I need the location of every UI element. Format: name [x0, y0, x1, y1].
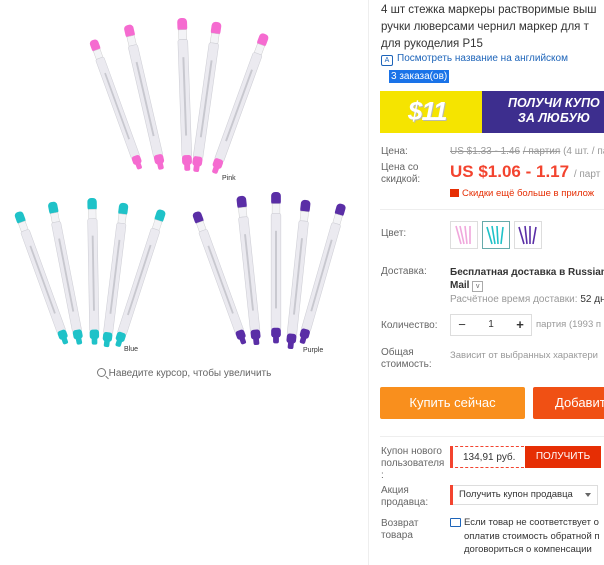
color-swatch-blue[interactable]: [482, 221, 510, 249]
discount-price-label: Цена со скидкой:: [381, 162, 420, 186]
quantity-increase-button[interactable]: +: [511, 317, 529, 332]
discount-price: US $1.06 - 1.17 / парт: [450, 162, 600, 182]
shipping-method: Бесплатная доставка в Russian: [450, 267, 604, 278]
banner-line: ПОЛУЧИ КУПО: [508, 96, 600, 110]
chevron-down-icon[interactable]: v: [472, 281, 484, 292]
magnifier-icon: [96, 368, 106, 377]
buy-now-button[interactable]: Купить сейчас: [380, 387, 525, 419]
seller-coupon-text: Получить купон продавца: [459, 489, 573, 500]
total-label-line: Общая: [381, 347, 414, 358]
app-icon: [450, 189, 459, 197]
new-user-coupon: 134,91 руб. ПОЛУЧИТЬ: [450, 446, 601, 468]
get-coupon-button[interactable]: ПОЛУЧИТЬ: [525, 446, 601, 468]
markers-photo: Pink Blue Purple: [13, 17, 347, 354]
original-price-value: US $1.33 - 1.46: [450, 146, 521, 157]
title-line: ручки люверсами чернил маркер для т: [381, 21, 589, 33]
shipping-info: Бесплатная доставка в Russian Mail v: [450, 266, 604, 292]
delivery-time-label: Расчётное время доставки:: [450, 294, 578, 305]
color-swatch-purple[interactable]: [514, 221, 542, 249]
quantity-label: Количество:: [381, 320, 438, 331]
label-blue: Blue: [124, 346, 138, 353]
total-note: Зависит от выбранных характери: [450, 350, 598, 361]
product-gallery: Pink Blue Purple Наведите курсор, чтобы: [0, 0, 368, 565]
banner-message: ПОЛУЧИ КУПО ЗА ЛЮБУЮ: [508, 96, 600, 126]
returns-line: оплатив стоимость обратной п: [464, 530, 600, 542]
orders-count: 3 заказа(ов): [389, 70, 450, 83]
discount-price-value: US $1.06 - 1.17: [450, 162, 570, 181]
caret-down-icon: [585, 493, 591, 497]
product-title: 4 шт стежка маркеры растворимые выш ручк…: [381, 2, 604, 53]
returns-text: Если товар не соответствует о оплатив ст…: [464, 516, 600, 557]
seller-promo-label: Акция продавца:: [381, 485, 428, 509]
product-image[interactable]: Pink Blue Purple: [0, 0, 368, 362]
delivery-time: Расчётное время доставки: 52 дн: [450, 294, 604, 305]
color-swatch-pink[interactable]: [450, 221, 478, 249]
translate-icon: A: [381, 55, 393, 66]
quantity-input[interactable]: 1: [476, 319, 506, 330]
dropdown-edge: [450, 485, 453, 505]
title-line: для рукоделия P15: [381, 38, 483, 50]
add-to-cart-button[interactable]: Добавит: [533, 387, 604, 419]
total-label: Общая стоимость:: [381, 347, 432, 371]
price-label: Цена:: [381, 146, 408, 157]
discount-label-line: Цена со: [381, 162, 419, 173]
coupon-label-line: пользователя: [381, 458, 445, 469]
banner-amount: $11: [408, 96, 447, 126]
app-discount-link[interactable]: Скидки ещё больше в прилож: [450, 188, 594, 199]
coupon-label-line: :: [381, 470, 384, 481]
returns-line: Если товар не соответствует о: [464, 517, 599, 528]
new-user-coupon-label: Купон нового пользователя :: [381, 446, 444, 482]
discount-label-line: скидкой:: [381, 174, 421, 185]
color-label: Цвет:: [381, 228, 407, 239]
shipping-label: Доставка:: [381, 266, 427, 277]
product-details: 4 шт стежка маркеры растворимые выш ручк…: [368, 0, 604, 565]
seller-coupon-dropdown[interactable]: Получить купон продавца: [450, 485, 598, 505]
quantity-available: партия (1993 п: [536, 319, 602, 330]
returns-line: договориться о компенсации: [464, 544, 592, 555]
translate-link-text: Посмотреть название на английском: [397, 53, 568, 64]
seller-label-line: Акция: [381, 485, 409, 496]
returns-label: Возврат товара: [381, 518, 419, 542]
coupon-banner[interactable]: $11 ПОЛУЧИ КУПО ЗА ЛЮБУЮ: [380, 91, 604, 133]
shipping-carrier: Mail: [450, 280, 470, 291]
zoom-hint-text: Наведите курсор, чтобы увеличить: [108, 368, 272, 379]
returns-label-line: Возврат: [381, 518, 419, 529]
coupon-value: 134,91 руб.: [463, 452, 516, 463]
returns-label-line: товара: [381, 530, 413, 541]
original-price-unit: / партия: [522, 146, 561, 157]
zoom-hint: Наведите курсор, чтобы увеличить: [0, 368, 368, 379]
app-discount-text: Скидки ещё больше в прилож: [462, 188, 595, 199]
title-line: 4 шт стежка маркеры растворимые выш: [381, 4, 597, 16]
view-english-title-link[interactable]: A Посмотреть название на английском: [381, 53, 568, 66]
returns-icon: [450, 518, 461, 527]
separator: [380, 436, 604, 437]
total-label-line: стоимость:: [381, 359, 432, 370]
quantity-stepper: − 1 +: [450, 314, 532, 336]
delivery-time-value: 52 дн: [580, 294, 604, 305]
coupon-label-line: Купон нового: [381, 446, 442, 457]
separator: [380, 209, 604, 210]
banner-line: ЗА ЛЮБУЮ: [517, 111, 590, 125]
label-pink: Pink: [222, 175, 236, 182]
seller-label-line: продавца:: [381, 497, 429, 508]
quantity-decrease-button[interactable]: −: [453, 317, 471, 332]
original-price: US $1.33 - 1.46 / партия (4 шт. / па: [450, 146, 604, 157]
label-purple: Purple: [303, 347, 323, 354]
discount-price-unit: / парт: [573, 169, 601, 180]
coupon-edge: [450, 446, 453, 468]
original-price-extra: (4 шт. / па: [563, 146, 604, 157]
